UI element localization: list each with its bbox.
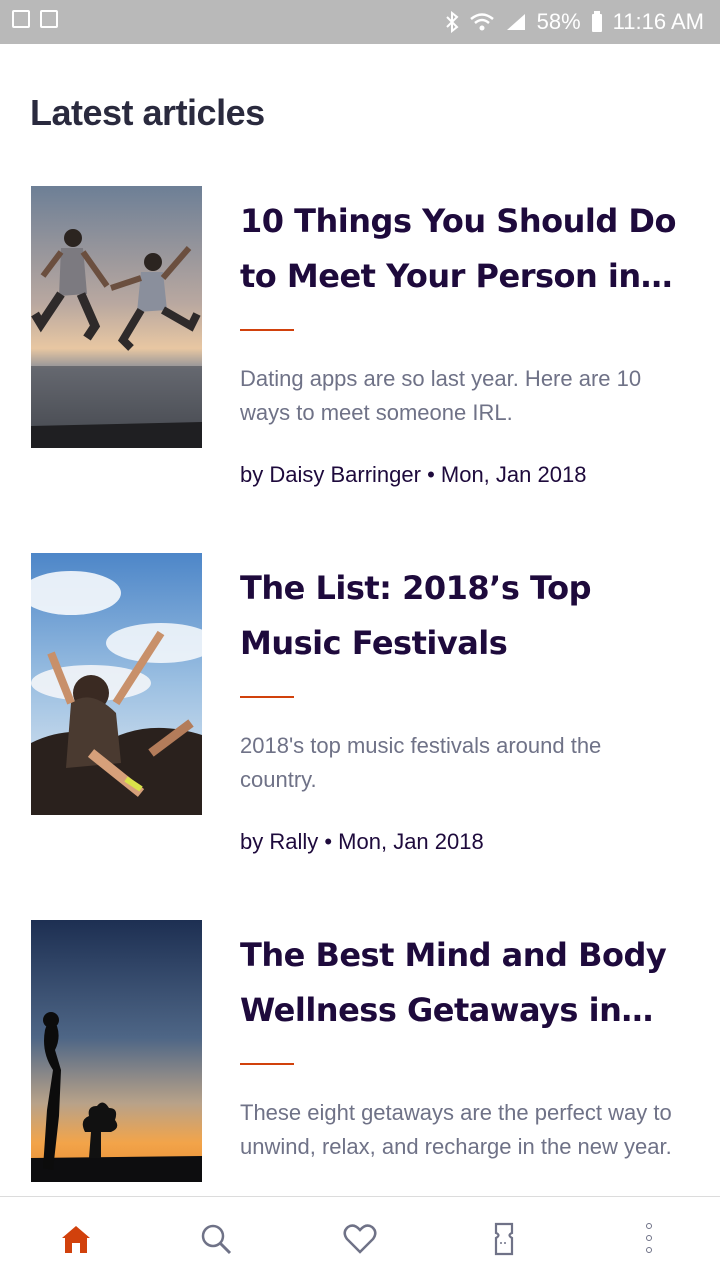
dot-icon xyxy=(646,1247,652,1253)
more-icon[interactable] xyxy=(640,1223,658,1253)
ticket-icon[interactable] xyxy=(484,1219,524,1259)
battery-icon xyxy=(591,11,603,33)
home-icon[interactable] xyxy=(56,1219,96,1259)
article-title[interactable]: The Best Mind and Body Wellness Getaways… xyxy=(240,928,690,1038)
wifi-icon xyxy=(469,12,495,32)
article-title[interactable]: 10 Things You Should Do to Meet Your Per… xyxy=(240,194,690,304)
article-card[interactable]: The List: 2018’s Top Music Festivals 201… xyxy=(0,553,720,873)
article-description: These eight getaways are the perfect way… xyxy=(240,1100,672,1159)
page-title: Latest articles xyxy=(30,92,265,133)
screen: 58% 11:16 AM Latest articles 10 Things Y… xyxy=(0,0,720,1280)
notification-icon xyxy=(40,10,58,28)
clock: 11:16 AM xyxy=(612,9,704,34)
signal-icon xyxy=(505,12,527,32)
bottom-navigation xyxy=(0,1196,720,1280)
title-divider xyxy=(240,329,294,331)
article-image[interactable] xyxy=(31,920,202,1182)
title-divider xyxy=(240,1063,294,1065)
article-title[interactable]: The List: 2018’s Top Music Festivals xyxy=(240,561,690,671)
heart-icon[interactable] xyxy=(340,1219,380,1259)
article-byline: by Daisy Barringer • Mon, Jan 2018 xyxy=(240,462,587,487)
article-description: Dating apps are so last year. Here are 1… xyxy=(240,366,642,425)
bluetooth-icon xyxy=(445,11,459,33)
article-byline: by Rally • Mon, Jan 2018 xyxy=(240,829,484,854)
article-image[interactable] xyxy=(31,553,202,815)
status-bar: 58% 11:16 AM xyxy=(0,0,720,44)
notification-icons xyxy=(12,10,58,28)
article-card[interactable]: The Best Mind and Body Wellness Getaways… xyxy=(0,920,720,1240)
battery-percent: 58% xyxy=(536,9,581,34)
title-divider xyxy=(240,696,294,698)
article-description: 2018's top music festivals around the co… xyxy=(240,733,602,792)
article-card[interactable]: 10 Things You Should Do to Meet Your Per… xyxy=(0,186,720,506)
dot-icon xyxy=(646,1235,652,1241)
search-icon[interactable] xyxy=(196,1219,236,1259)
dot-icon xyxy=(646,1223,652,1229)
article-image[interactable] xyxy=(31,186,202,448)
notification-icon xyxy=(12,10,30,28)
